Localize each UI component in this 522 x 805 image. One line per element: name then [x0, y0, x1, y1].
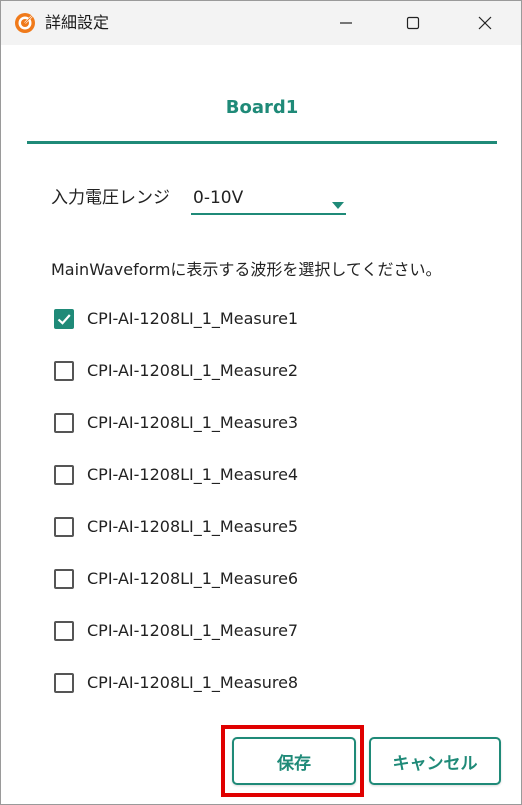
- checkbox-unchecked-icon[interactable]: [54, 569, 74, 589]
- window-title: 詳細設定: [45, 13, 110, 32]
- save-button[interactable]: 保存: [232, 737, 356, 785]
- checkbox-unchecked-icon[interactable]: [54, 517, 74, 537]
- checkbox-unchecked-icon[interactable]: [54, 413, 74, 433]
- maximize-button[interactable]: [390, 1, 436, 45]
- checkbox-unchecked-icon[interactable]: [54, 673, 74, 693]
- input-range-value: 0-10V: [193, 188, 244, 208]
- channel-checkbox-item[interactable]: CPI-AI-1208LI_1_Measure7: [51, 616, 371, 646]
- channel-checkbox-item[interactable]: CPI-AI-1208LI_1_Measure6: [51, 564, 371, 594]
- checkbox-unchecked-icon[interactable]: [54, 361, 74, 381]
- close-icon: [478, 16, 492, 30]
- minimize-button[interactable]: [323, 1, 369, 45]
- channel-checkbox-item[interactable]: CPI-AI-1208LI_1_Measure8: [51, 668, 371, 698]
- dropdown-arrow-icon: [332, 194, 344, 213]
- instruction-text: MainWaveformに表示する波形を選択してください。: [51, 260, 442, 279]
- minimize-icon: [340, 22, 352, 24]
- channel-checkbox-item[interactable]: CPI-AI-1208LI_1_Measure2: [51, 356, 371, 386]
- close-button[interactable]: [462, 1, 508, 45]
- tab-indicator: [27, 141, 497, 144]
- channel-checkbox-item[interactable]: CPI-AI-1208LI_1_Measure1: [51, 304, 371, 334]
- channel-label: CPI-AI-1208LI_1_Measure2: [87, 361, 299, 380]
- channel-label: CPI-AI-1208LI_1_Measure5: [87, 517, 299, 536]
- settings-window: 詳細設定 Board1 入力電圧レンジ 0-10V MainWaveformに表…: [0, 0, 522, 805]
- channel-checkbox-item[interactable]: CPI-AI-1208LI_1_Measure4: [51, 460, 371, 490]
- checkbox-unchecked-icon[interactable]: [54, 465, 74, 485]
- channel-label: CPI-AI-1208LI_1_Measure4: [87, 465, 299, 484]
- channel-label: CPI-AI-1208LI_1_Measure8: [87, 673, 299, 692]
- target-icon: [14, 12, 36, 34]
- channel-label: CPI-AI-1208LI_1_Measure7: [87, 621, 299, 640]
- input-range-dropdown[interactable]: 0-10V: [191, 183, 346, 215]
- cancel-button[interactable]: キャンセル: [369, 737, 501, 785]
- maximize-icon: [406, 16, 420, 30]
- channel-checkbox-item[interactable]: CPI-AI-1208LI_1_Measure5: [51, 512, 371, 542]
- tab-board1[interactable]: Board1: [27, 96, 497, 120]
- channel-checkbox-item[interactable]: CPI-AI-1208LI_1_Measure3: [51, 408, 371, 438]
- checkbox-checked-icon[interactable]: [54, 309, 74, 329]
- title-bar: 詳細設定: [1, 1, 521, 45]
- input-range-label: 入力電圧レンジ: [51, 188, 170, 208]
- channel-label: CPI-AI-1208LI_1_Measure6: [87, 569, 299, 588]
- checkbox-unchecked-icon[interactable]: [54, 621, 74, 641]
- channel-label: CPI-AI-1208LI_1_Measure1: [87, 309, 299, 328]
- channel-label: CPI-AI-1208LI_1_Measure3: [87, 413, 299, 432]
